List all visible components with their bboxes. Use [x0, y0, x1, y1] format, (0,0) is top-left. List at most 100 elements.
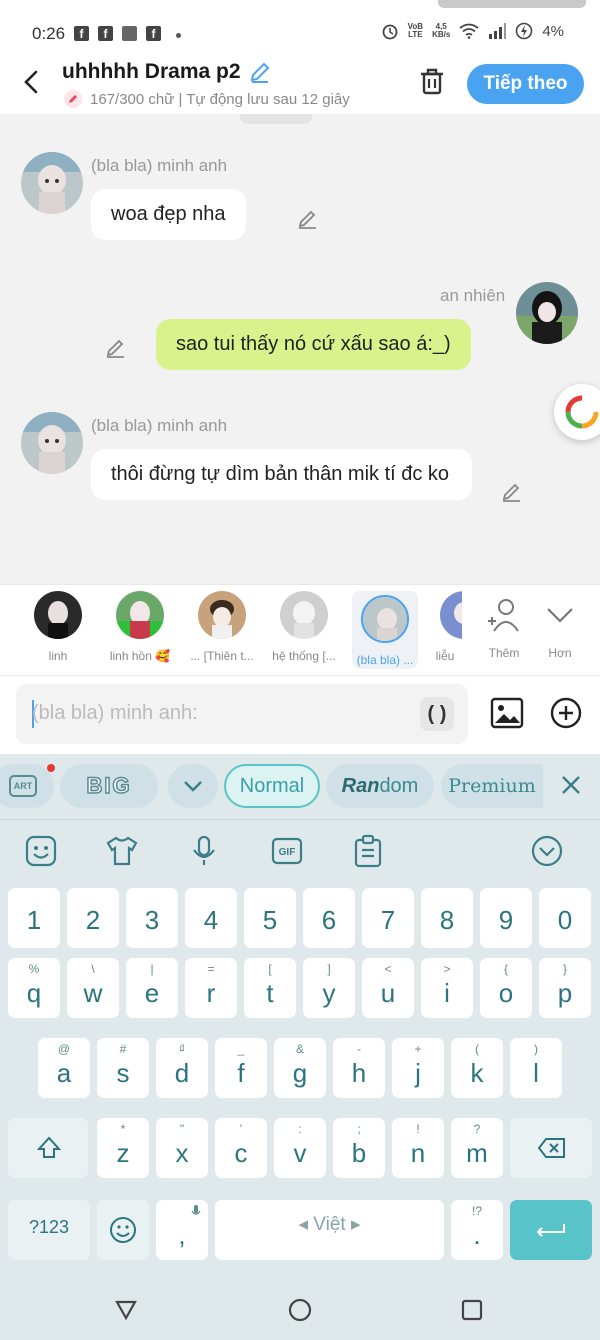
space-key[interactable]: ◂ Việt ▸ — [215, 1200, 444, 1260]
message-input[interactable] — [32, 696, 412, 730]
nav-home-circle-icon[interactable] — [286, 1296, 314, 1324]
character-he-thong[interactable]: hệ thống [... — [268, 591, 340, 663]
key-p[interactable]: } p — [539, 958, 591, 1018]
character-linh-hon[interactable]: linh hồn 🥰 — [108, 591, 172, 663]
emoji-key[interactable] — [97, 1200, 149, 1260]
battery-percent: 4% — [542, 22, 564, 40]
facebook-icon: f — [98, 26, 113, 41]
key-4[interactable]: 4 — [185, 888, 237, 948]
key-o[interactable]: {o — [480, 958, 532, 1018]
key-8[interactable]: 8 — [421, 888, 473, 948]
character-minh-anh-selected[interactable]: (bla bla) ... — [352, 591, 418, 669]
emoji-sticker-icon[interactable] — [24, 834, 58, 868]
edit-message-pencil-icon[interactable] — [104, 336, 128, 360]
character-thien[interactable]: ... [Thiên t... — [186, 591, 258, 663]
scroll-hint — [240, 114, 312, 124]
trash-icon[interactable] — [417, 66, 447, 98]
next-button[interactable]: Tiếp theo — [467, 64, 584, 104]
key-z[interactable]: * z — [97, 1118, 149, 1178]
add-person-icon — [488, 599, 519, 632]
key-e[interactable]: | e — [126, 958, 178, 1018]
add-circle-icon[interactable] — [549, 696, 583, 730]
key-g[interactable]: & g — [274, 1038, 326, 1098]
key-r[interactable]: = r — [185, 958, 237, 1018]
svg-text:GIF: GIF — [279, 847, 296, 858]
key-9[interactable]: 9 — [480, 888, 532, 948]
avatar-minh-anh[interactable] — [21, 152, 83, 214]
key-c[interactable]: ' c — [215, 1118, 267, 1178]
character-avatar — [280, 591, 328, 639]
back-arrow-icon[interactable] — [20, 66, 44, 98]
key-l[interactable]: ) l — [510, 1038, 562, 1098]
key-j[interactable]: + j — [392, 1038, 444, 1098]
microphone-icon[interactable] — [187, 834, 221, 868]
key-h[interactable]: -h — [333, 1038, 385, 1098]
collapse-keyboard-icon[interactable] — [530, 834, 564, 868]
clipboard-icon[interactable] — [351, 834, 385, 868]
period-key[interactable]: !?. — [451, 1200, 503, 1260]
chat-area[interactable]: (bla bla) minh anh woa đẹp nha an nhiên … — [0, 114, 600, 584]
key-q[interactable]: % q — [8, 958, 60, 1018]
key-s[interactable]: # s — [97, 1038, 149, 1098]
character-lieu[interactable]: liễu — [428, 591, 462, 663]
message-bubble-own[interactable]: sao tui thấy nó cứ xấu sao á:_) — [156, 319, 471, 370]
key-3[interactable]: 3 — [126, 888, 178, 948]
action-paren-button[interactable]: ( ) — [420, 697, 454, 731]
character-linh[interactable]: linh — [28, 591, 88, 663]
message-input-box[interactable]: ( ) — [16, 684, 468, 744]
key-m[interactable]: ? m — [451, 1118, 503, 1178]
key-i[interactable]: > i — [421, 958, 473, 1018]
enter-key[interactable] — [510, 1200, 592, 1260]
key-f[interactable]: _ f — [215, 1038, 267, 1098]
key-0[interactable]: 0 — [539, 888, 591, 948]
premium-font-chip[interactable]: Premium — [441, 764, 543, 808]
message-bubble[interactable]: thôi đừng tự dìm bản thân mik tí đc ko — [91, 449, 472, 500]
key-k[interactable]: (k — [451, 1038, 503, 1098]
gif-icon[interactable]: GIF — [270, 834, 304, 868]
key-b[interactable]: ; b — [333, 1118, 385, 1178]
font-dropdown-chip[interactable] — [168, 764, 218, 808]
key-6[interactable]: 6 — [303, 888, 355, 948]
close-icon[interactable] — [556, 770, 586, 800]
key-n[interactable]: ! n — [392, 1118, 444, 1178]
backspace-key[interactable] — [510, 1118, 592, 1178]
shift-key[interactable] — [8, 1118, 88, 1178]
symbols-key[interactable]: ?123 — [8, 1200, 90, 1260]
art-font-chip[interactable]: ART — [0, 764, 54, 808]
normal-font-chip[interactable]: Normal — [224, 764, 320, 808]
key-v[interactable]: :v — [274, 1118, 326, 1178]
edit-title-pencil-icon[interactable] — [248, 60, 272, 84]
key-7[interactable]: 7 — [362, 888, 414, 948]
avatar-an-nhien[interactable] — [516, 282, 578, 344]
key-a[interactable]: @ a — [38, 1038, 90, 1098]
key-w[interactable]: \ w — [67, 958, 119, 1018]
more-characters-button[interactable]: Hơn — [532, 597, 588, 660]
story-title[interactable]: uhhhhh Drama p2 — [62, 60, 241, 84]
floating-assistant-button[interactable] — [554, 384, 600, 440]
key-1[interactable]: 1 — [8, 888, 60, 948]
system-nav-bar — [0, 1280, 600, 1340]
key-y[interactable]: ] y — [303, 958, 355, 1018]
key-2[interactable]: 2 — [67, 888, 119, 948]
keyboard: ART BIG Normal Ran dom Premium GIF 1 2 3 … — [0, 754, 600, 1280]
key-t[interactable]: [t — [244, 958, 296, 1018]
key-u[interactable]: < u — [362, 958, 414, 1018]
message-bubble[interactable]: woa đẹp nha — [91, 189, 246, 240]
random-rest-part: dom — [379, 774, 419, 797]
big-font-chip[interactable]: BIG — [60, 764, 158, 808]
theme-shirt-icon[interactable] — [105, 834, 139, 868]
key-d[interactable]: ₫ d — [156, 1038, 208, 1098]
key-5[interactable]: 5 — [244, 888, 296, 948]
add-character-button[interactable]: Thêm — [476, 597, 532, 660]
nav-recents-square-icon[interactable] — [458, 1296, 486, 1324]
random-font-chip[interactable]: Ran dom — [326, 764, 434, 808]
key-x[interactable]: " x — [156, 1118, 208, 1178]
random-bold-part: Ran — [341, 774, 380, 797]
edit-message-pencil-icon[interactable] — [296, 207, 320, 231]
edit-message-pencil-icon[interactable] — [500, 480, 524, 504]
image-icon[interactable] — [490, 696, 524, 730]
word-count-autosave: 167/300 chữ | Tự động lưu sau 12 giây — [64, 90, 350, 108]
avatar-minh-anh[interactable] — [21, 412, 83, 474]
comma-key[interactable]: , — [156, 1200, 208, 1260]
nav-back-triangle-icon[interactable] — [112, 1296, 140, 1324]
